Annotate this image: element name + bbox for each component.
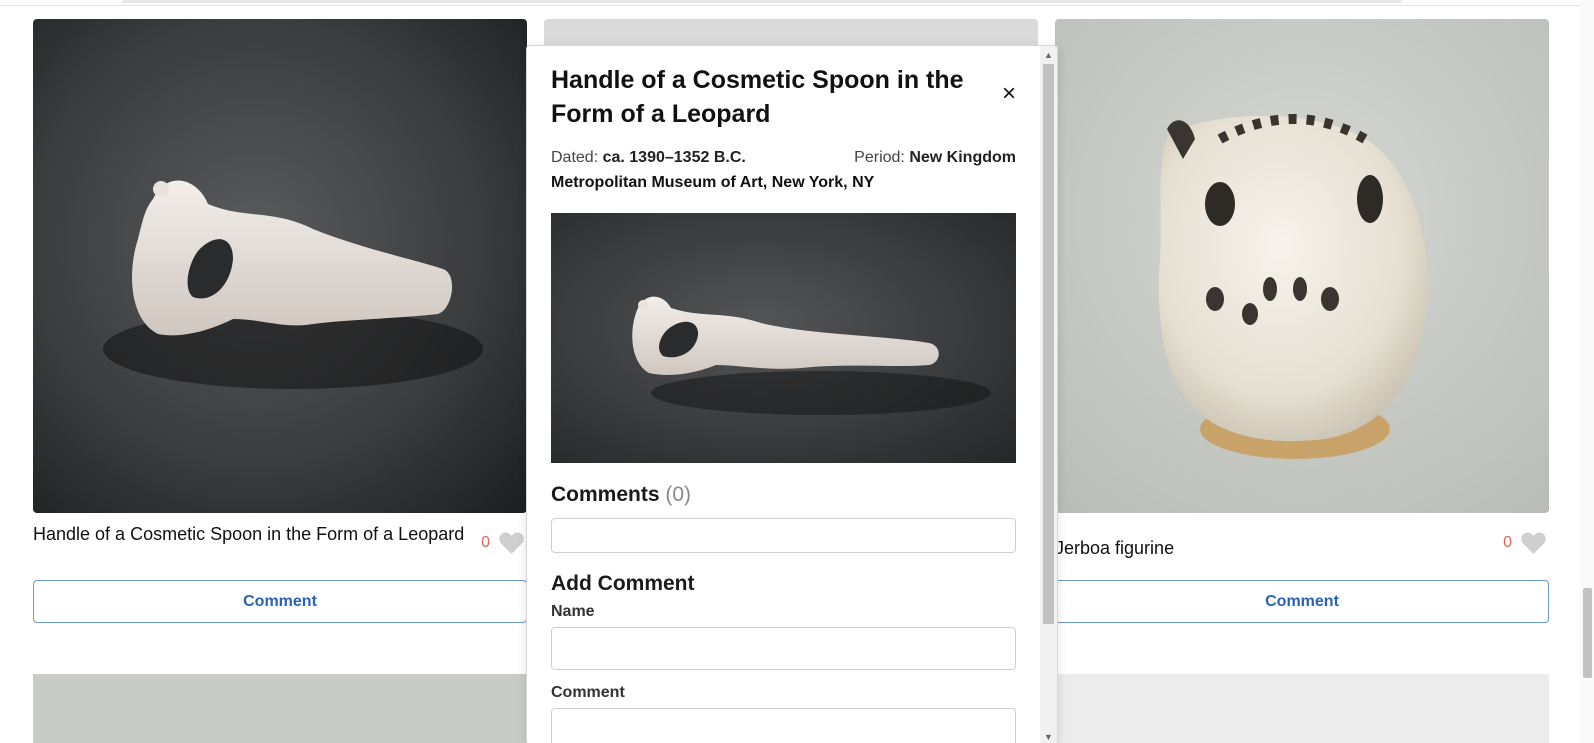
name-label: Name (551, 603, 595, 620)
like-count: 0 (481, 534, 490, 551)
add-comment-heading: Add Comment (551, 572, 695, 595)
scroll-down-arrow-icon[interactable]: ▼ (1044, 732, 1053, 742)
card-caption: Handle of a Cosmetic Spoon in the Form o… (33, 513, 527, 571)
page-scrollbar[interactable] (1580, 0, 1594, 743)
artwork-meta: Dated: ca. 1390–1352 B.C. Period: New Ki… (551, 146, 1016, 191)
artwork-image-leopard-spoon[interactable] (33, 19, 527, 513)
card-caption: Jerboa figurine 0 (1055, 513, 1549, 571)
like-count: 0 (1503, 534, 1512, 551)
modal-scrollbar[interactable]: ▲ ▼ (1040, 46, 1057, 743)
heart-icon[interactable] (1520, 531, 1547, 555)
period: Period: New Kingdom (854, 146, 1016, 170)
leopard-spoon-image (551, 213, 1016, 463)
comments-heading: Comments (0) (551, 483, 691, 507)
artwork-title: Handle of a Cosmetic Spoon in the Form o… (33, 524, 465, 544)
heart-icon[interactable] (498, 531, 525, 555)
museum-name: Metropolitan Museum of Art, New York, NY (551, 174, 875, 191)
comments-heading-label: Comments (551, 483, 660, 506)
comment-button[interactable]: Comment (33, 580, 527, 623)
artwork-image-next-row-right[interactable] (1055, 674, 1549, 743)
name-field[interactable] (551, 627, 1016, 670)
top-bar (0, 0, 1580, 6)
artwork-image-jerboa[interactable] (1055, 19, 1549, 513)
comment-button[interactable]: Comment (1055, 580, 1549, 623)
artwork-card-jerboa: Jerboa figurine 0 Comment (1055, 19, 1549, 623)
period-value: New Kingdom (909, 149, 1016, 166)
period-label: Period: (854, 149, 905, 166)
like-control[interactable]: 0 (481, 531, 525, 555)
artwork-title: Jerboa figurine (1055, 538, 1175, 558)
comment-label: Comment (551, 684, 625, 701)
modal-title: Handle of a Cosmetic Spoon in the Form o… (551, 66, 964, 128)
artwork-card-leopard-spoon: Handle of a Cosmetic Spoon in the Form o… (33, 19, 527, 623)
modal-scrollbar-thumb[interactable] (1043, 64, 1054, 624)
comments-count: (0) (665, 483, 692, 506)
leopard-spoon-image (33, 19, 527, 513)
close-icon[interactable]: × (999, 82, 1019, 106)
dated-value: ca. 1390–1352 B.C. (602, 149, 746, 166)
modal-artwork-image (551, 213, 1016, 463)
page-scrollbar-thumb[interactable] (1583, 588, 1592, 678)
artwork-detail-modal: Handle of a Cosmetic Spoon in the Form o… (526, 45, 1058, 743)
artwork-image-next-row-left[interactable] (33, 674, 527, 743)
jerboa-figurine-image (1055, 19, 1549, 513)
comment-field[interactable] (551, 708, 1016, 743)
page: Handle of a Cosmetic Spoon in the Form o… (0, 0, 1594, 743)
dated-label: Dated: (551, 149, 599, 166)
comments-list (551, 518, 1016, 553)
like-control[interactable]: 0 (1503, 531, 1547, 555)
top-bar-inner (122, 0, 1402, 3)
scroll-up-arrow-icon[interactable]: ▲ (1044, 50, 1053, 60)
